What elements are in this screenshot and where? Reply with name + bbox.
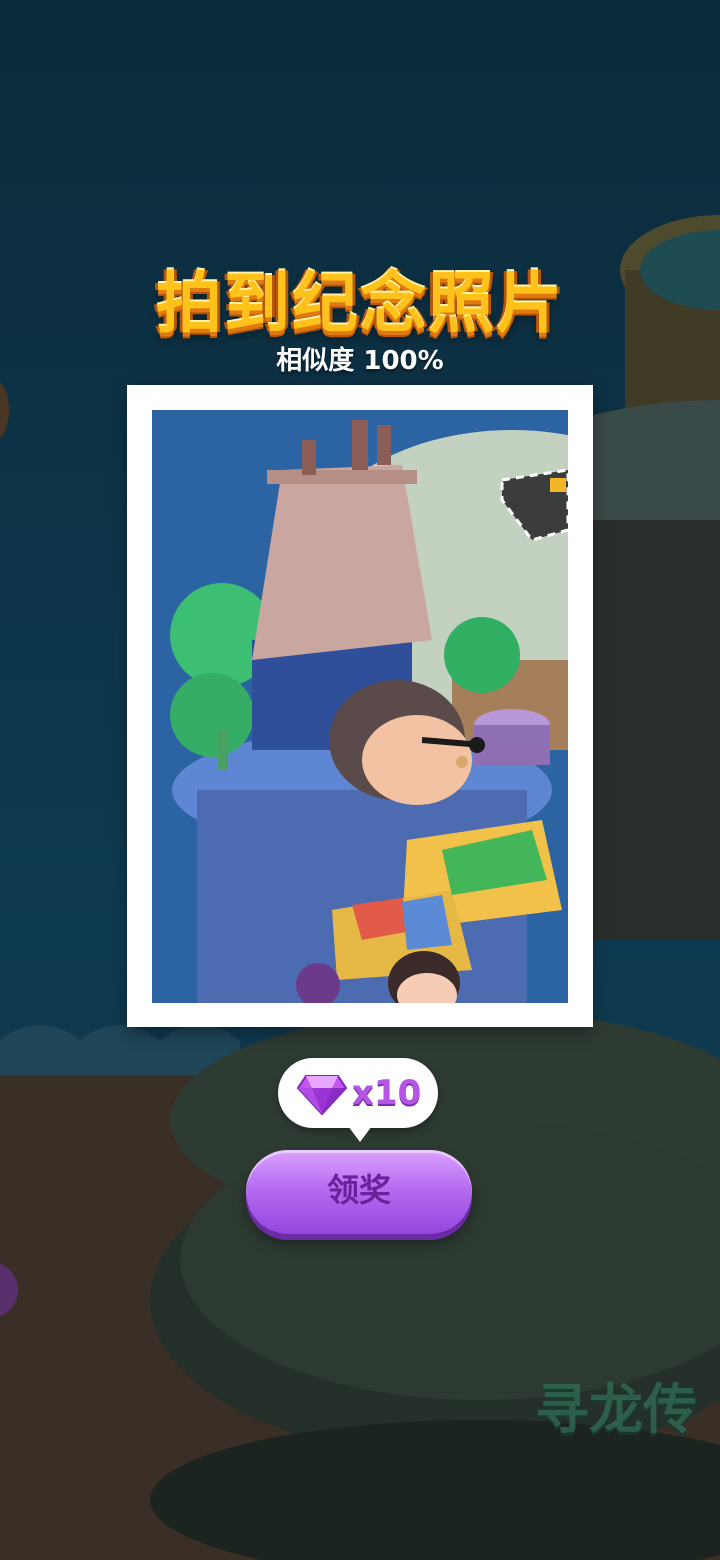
claim-button-label: 领奖 xyxy=(326,1171,391,1209)
popup-title: 拍到纪念照片 xyxy=(156,265,564,342)
souvenir-photo-frame xyxy=(127,385,593,1027)
reward-bubble: x10 xyxy=(278,1058,438,1142)
similarity-score: 相似度 100% xyxy=(276,346,444,376)
claim-reward-button[interactable]: 领奖 xyxy=(246,1150,472,1234)
purple-gem-icon xyxy=(296,1070,348,1116)
reward-count: x10 xyxy=(352,1073,422,1113)
game-logo-watermark: 寻龙传 xyxy=(535,1378,697,1441)
souvenir-photo xyxy=(152,410,568,1003)
